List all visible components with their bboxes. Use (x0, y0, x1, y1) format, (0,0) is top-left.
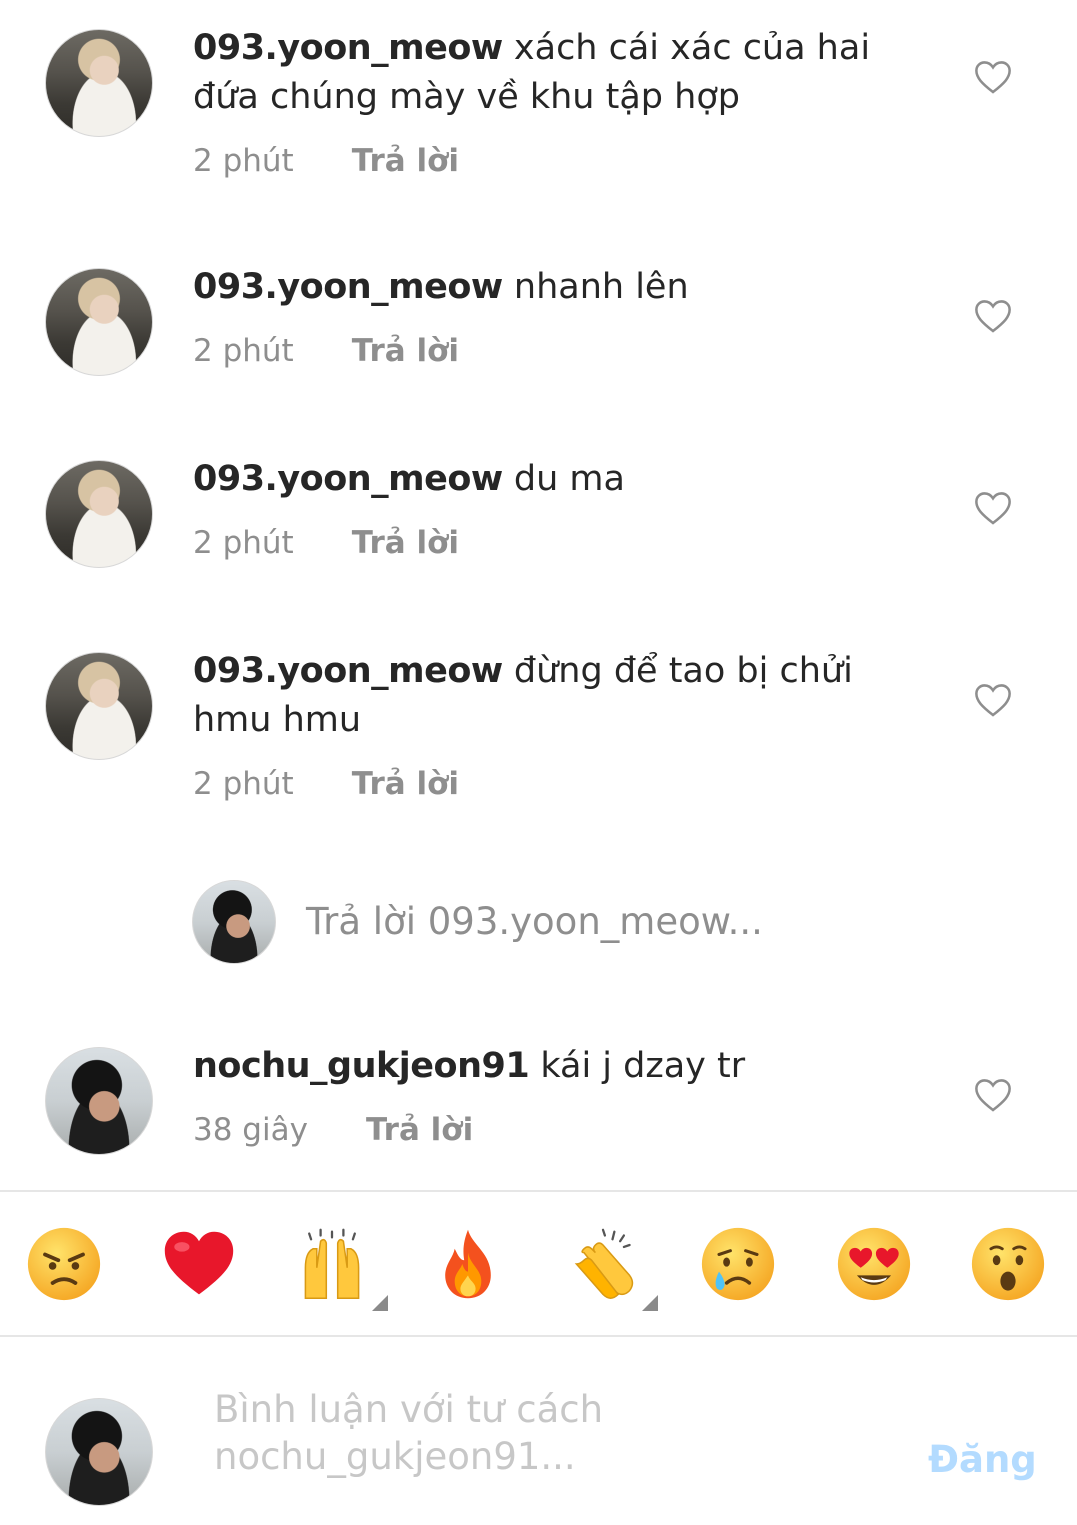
comment-body: 093.yoon_meow nhanh lên (193, 263, 913, 312)
comment-username[interactable]: nochu_gukjeon91 (193, 1046, 530, 1086)
comment-meta: 2 phút Trả lời (193, 143, 459, 179)
comment-text: kái j dzay tr (540, 1046, 746, 1086)
like-heart-icon[interactable] (974, 682, 1012, 718)
fire-icon[interactable] (430, 1226, 506, 1302)
reply-button[interactable]: Trả lời (366, 1112, 473, 1148)
comment-username[interactable]: 093.yoon_meow (193, 651, 503, 691)
red-heart-icon[interactable] (161, 1226, 237, 1302)
reply-button[interactable]: Trả lời (352, 333, 459, 369)
comment-username[interactable]: 093.yoon_meow (193, 267, 503, 307)
crying-face-icon[interactable] (700, 1226, 776, 1302)
comment-body: 093.yoon_meow đừng để tao bị chửi hmu hm… (193, 647, 893, 745)
comment-meta: 2 phút Trả lời (193, 766, 459, 802)
comment-username[interactable]: 093.yoon_meow (193, 459, 503, 499)
reply-button[interactable]: Trả lời (352, 525, 459, 561)
avatar (45, 1398, 153, 1506)
comment-meta: 2 phút Trả lời (193, 525, 459, 561)
like-heart-icon[interactable] (974, 59, 1012, 95)
surprised-face-icon[interactable] (970, 1226, 1046, 1302)
skin-tone-indicator (372, 1295, 388, 1311)
comment-time: 2 phút (193, 143, 294, 179)
reply-button[interactable]: Trả lời (352, 143, 459, 179)
like-heart-icon[interactable] (974, 1077, 1012, 1113)
comment-body: 093.yoon_meow du ma (193, 455, 913, 504)
comment-input-placeholder: nochu_gukjeon91... (214, 1435, 576, 1478)
comment-time: 2 phút (193, 525, 294, 561)
comment-meta: 38 giây Trả lời (193, 1112, 473, 1148)
avatar[interactable] (45, 460, 153, 568)
heart-eyes-face-icon[interactable] (836, 1226, 912, 1302)
raising-hands-icon[interactable] (294, 1226, 370, 1302)
comment-body: 093.yoon_meow xách cái xác của hai đứa c… (193, 24, 913, 122)
comment-username[interactable]: 093.yoon_meow (193, 28, 503, 68)
reply-button[interactable]: Trả lời (352, 766, 459, 802)
comment-text: nhanh lên (513, 267, 689, 307)
comment-composer: Bình luận với tư cách nochu_gukjeon91...… (0, 1338, 1077, 1525)
divider (0, 1335, 1077, 1337)
comment-body: nochu_gukjeon91 kái j dzay tr (193, 1042, 913, 1091)
comment-meta: 2 phút Trả lời (193, 333, 459, 369)
comment-text: du ma (513, 459, 625, 499)
post-button[interactable]: Đăng (928, 1438, 1037, 1481)
skin-tone-indicator (642, 1295, 658, 1311)
comment-time: 2 phút (193, 766, 294, 802)
avatar[interactable] (45, 1047, 153, 1155)
avatar[interactable] (45, 29, 153, 137)
clapping-hands-icon[interactable] (565, 1226, 641, 1302)
like-heart-icon[interactable] (974, 298, 1012, 334)
avatar (192, 880, 276, 964)
comment-input[interactable]: Bình luận với tư cách nochu_gukjeon91... (214, 1386, 774, 1480)
comment-input-placeholder: Bình luận với tư cách (214, 1388, 604, 1431)
reply-input[interactable]: Trả lời 093.yoon_meow... (306, 900, 763, 943)
emoji-bar (0, 1192, 1077, 1336)
angry-face-icon[interactable] (26, 1226, 102, 1302)
comment-time: 2 phút (193, 333, 294, 369)
reply-composer[interactable]: Trả lời 093.yoon_meow... (0, 878, 1077, 968)
comment-time: 38 giây (193, 1112, 308, 1148)
avatar[interactable] (45, 268, 153, 376)
avatar[interactable] (45, 652, 153, 760)
like-heart-icon[interactable] (974, 490, 1012, 526)
